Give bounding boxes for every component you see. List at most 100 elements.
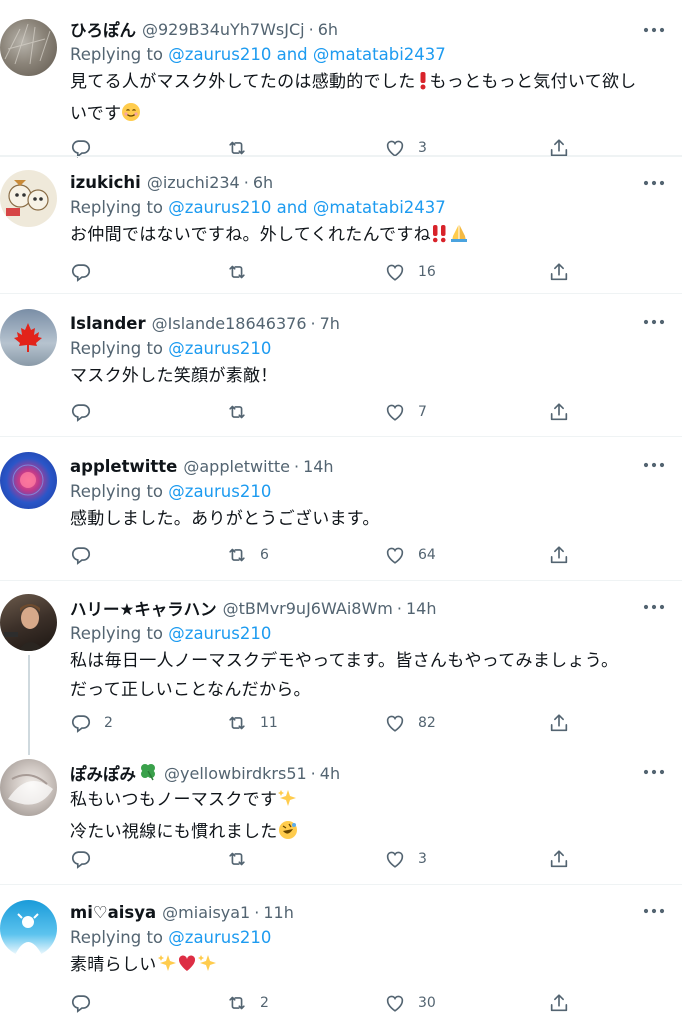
share-button[interactable]	[548, 991, 570, 1015]
replying-to-label: Replying to	[70, 624, 169, 643]
retweet-button[interactable]	[226, 260, 260, 284]
mention-link[interactable]: @zaurus210 and @matatabi2437	[168, 198, 446, 217]
timestamp[interactable]: 6h	[318, 20, 338, 39]
reply-icon	[70, 401, 92, 423]
reply-icon	[70, 261, 92, 283]
more-options-icon[interactable]	[642, 459, 666, 471]
tweet-text-line: 私もいつもノーマスクです	[70, 790, 278, 810]
avatar[interactable]	[0, 309, 57, 366]
replying-to-label: Replying to	[70, 339, 169, 358]
retweet-button[interactable]: 6	[226, 543, 269, 567]
user-handle[interactable]: @Islande18646376	[152, 314, 307, 333]
share-icon	[548, 992, 570, 1014]
display-name[interactable]: ひろぽん	[70, 17, 136, 41]
display-name[interactable]: appletwitte	[70, 457, 177, 476]
replying-to: Replying to @zaurus210 and @matatabi2437	[70, 195, 668, 221]
display-name[interactable]: ぽみぽみ	[70, 761, 136, 785]
like-icon	[384, 848, 406, 870]
user-handle[interactable]: @miaisya1	[162, 903, 250, 922]
share-button[interactable]	[548, 711, 570, 735]
like-count: 3	[418, 851, 427, 867]
avatar[interactable]	[0, 900, 57, 957]
timestamp[interactable]: 14h	[303, 457, 334, 476]
retweet-button[interactable]	[226, 400, 260, 424]
tweet[interactable]: ぽみぽみ @yellowbirdkrs51 · 4h 私もいつもノーマスクです冷…	[0, 747, 682, 885]
like-button[interactable]: 64	[384, 543, 436, 567]
separator-dot: ·	[293, 456, 300, 476]
more-options-icon[interactable]	[642, 316, 666, 328]
like-icon	[384, 992, 406, 1014]
avatar[interactable]	[0, 594, 57, 651]
separator-dot: ·	[254, 902, 260, 922]
avatar[interactable]	[0, 759, 57, 816]
display-name[interactable]: mi♡aisya	[70, 903, 156, 922]
display-name[interactable]: Islander	[70, 314, 146, 333]
user-handle[interactable]: @yellowbirdkrs51	[164, 764, 307, 783]
like-icon	[384, 261, 406, 283]
timestamp[interactable]: 14h	[406, 599, 437, 618]
tweet[interactable]: Islander @Islande18646376 · 7h Replying …	[0, 294, 682, 437]
share-button[interactable]	[548, 400, 570, 424]
reply-button[interactable]	[70, 543, 104, 567]
user-handle[interactable]: @izuchi234	[147, 173, 240, 192]
mention-link[interactable]: @zaurus210	[168, 624, 271, 643]
user-handle[interactable]: @tBMvr9uJ6WAi8Wm	[223, 599, 393, 618]
more-options-icon[interactable]	[642, 177, 666, 189]
more-options-icon[interactable]	[642, 766, 666, 778]
tweet-text-line: マスク外した笑顔が素敵！	[70, 366, 278, 386]
avatar[interactable]	[0, 452, 57, 509]
tweet[interactable]: izukichi @izuchi234 · 6h Replying to @za…	[0, 156, 682, 294]
reply-button[interactable]	[70, 847, 104, 871]
tweet[interactable]: mi♡aisya @miaisya1 · 11h Replying to @za…	[0, 885, 682, 1024]
more-options-icon[interactable]	[642, 24, 666, 36]
more-options-icon[interactable]	[642, 905, 666, 917]
reply-button[interactable]: 2	[70, 711, 113, 735]
like-button[interactable]: 30	[384, 991, 436, 1015]
tweet-text-line: だって正しいことなんだから。	[70, 680, 311, 700]
like-icon	[384, 544, 406, 566]
mention-link[interactable]: @zaurus210	[168, 339, 271, 358]
tweet[interactable]: ハリー★キャラハン @tBMvr9uJ6WAi8Wm · 14h Replyin…	[0, 581, 682, 755]
like-button[interactable]: 82	[384, 711, 436, 735]
like-button[interactable]: 7	[384, 400, 427, 424]
tweet[interactable]: appletwitte @appletwitte · 14h Replying …	[0, 437, 682, 581]
mention-link[interactable]: @zaurus210 and @matatabi2437	[168, 45, 446, 64]
retweet-button[interactable]: 11	[226, 711, 278, 735]
avatar[interactable]	[0, 170, 57, 227]
tweet[interactable]: ひろぽん @929B34uYh7WsJCj · 6h Replying to @…	[0, 0, 682, 156]
display-name[interactable]: ハリー★キャラハン	[70, 596, 217, 620]
share-button[interactable]	[548, 847, 570, 871]
like-button[interactable]: 3	[384, 847, 427, 871]
timestamp[interactable]: 11h	[263, 903, 294, 922]
tweet-text-line: もっともっと気付いて欲し	[429, 72, 637, 92]
rolling-laughing-icon	[278, 820, 298, 850]
replying-to-label: Replying to	[70, 198, 169, 217]
share-button[interactable]	[548, 260, 570, 284]
retweet-button[interactable]	[226, 847, 260, 871]
reply-button[interactable]	[70, 260, 104, 284]
timestamp[interactable]: 4h	[320, 764, 340, 783]
tweet-text: 素晴らしい	[70, 951, 668, 983]
replying-to: Replying to @zaurus210	[70, 621, 668, 647]
user-handle[interactable]: @appletwitte	[183, 457, 290, 476]
share-icon	[548, 544, 570, 566]
reply-button[interactable]	[70, 991, 104, 1015]
reply-button[interactable]	[70, 400, 104, 424]
retweet-button[interactable]: 2	[226, 991, 269, 1015]
user-handle[interactable]: @929B34uYh7WsJCj	[142, 20, 305, 39]
reply-count: 2	[104, 715, 113, 731]
timestamp[interactable]: 7h	[320, 314, 340, 333]
timestamp[interactable]: 6h	[253, 173, 273, 192]
reply-icon	[70, 544, 92, 566]
share-icon	[548, 261, 570, 283]
share-icon	[548, 848, 570, 870]
like-count: 3	[418, 140, 427, 156]
share-button[interactable]	[548, 543, 570, 567]
like-button[interactable]: 16	[384, 260, 436, 284]
mention-link[interactable]: @zaurus210	[168, 928, 271, 947]
display-name[interactable]: izukichi	[70, 173, 141, 192]
more-options-icon[interactable]	[642, 601, 666, 613]
avatar[interactable]	[0, 19, 57, 76]
tweet-text-line: お仲間ではないですね。外してくれたんですね	[70, 225, 431, 245]
mention-link[interactable]: @zaurus210	[168, 482, 271, 501]
